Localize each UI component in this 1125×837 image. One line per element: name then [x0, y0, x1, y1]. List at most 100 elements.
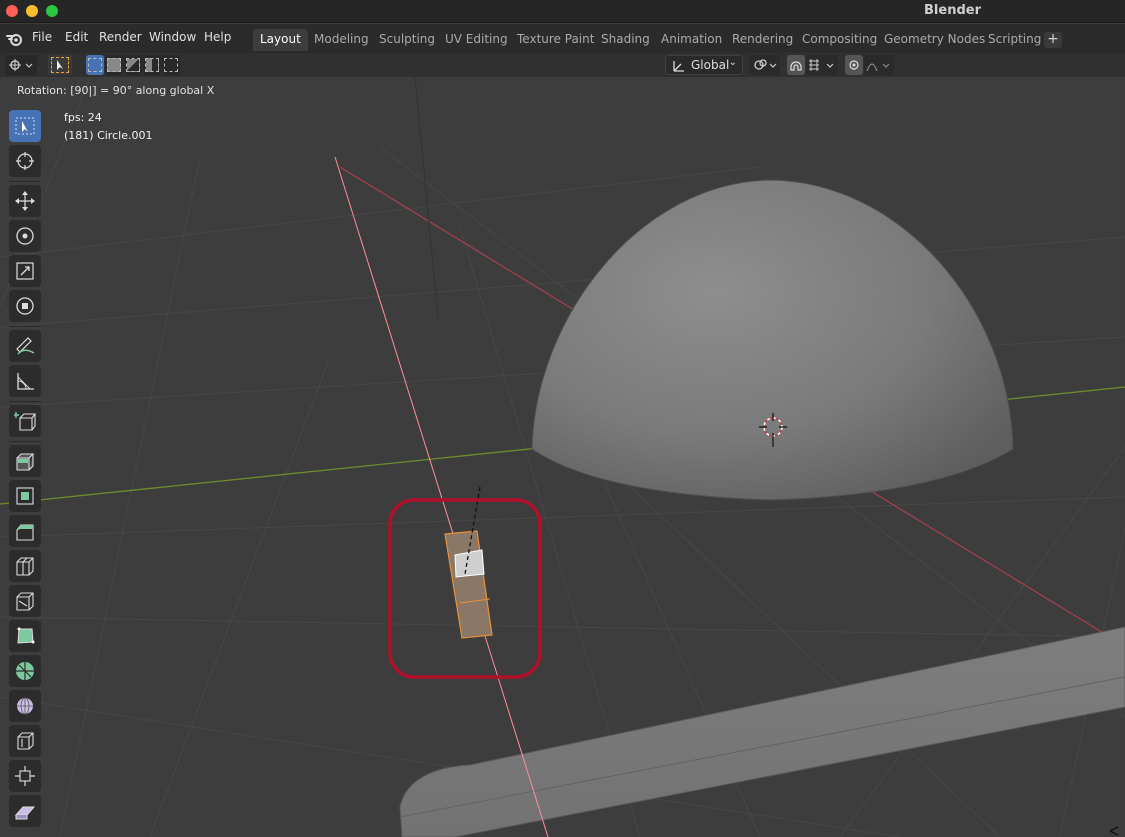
- tab-animation[interactable]: Animation: [654, 29, 729, 51]
- rotation-constraint-line: [334, 156, 549, 837]
- extrude-icon: [16, 453, 35, 471]
- transform-icon: [16, 297, 34, 315]
- shear-icon: [14, 806, 36, 820]
- tool-cursor[interactable]: [9, 145, 41, 177]
- toolbar-separator: [9, 181, 41, 182]
- selected-object-circle[interactable]: [444, 486, 493, 639]
- tool-inset-faces[interactable]: [9, 480, 41, 512]
- tab-compositing[interactable]: Compositing: [795, 29, 884, 51]
- mode-extend-button[interactable]: [105, 55, 123, 75]
- tab-sculpting[interactable]: Sculpting: [372, 29, 442, 51]
- snap-increment-icon: [809, 59, 834, 71]
- tool-scale[interactable]: [9, 255, 41, 287]
- tool-bevel[interactable]: [9, 515, 41, 547]
- orientation-axes-icon: [673, 61, 684, 72]
- mode-set-new-button[interactable]: [86, 55, 104, 75]
- tool-shrink-fatten[interactable]: [9, 760, 41, 792]
- tab-uv-editing[interactable]: UV Editing: [438, 29, 515, 51]
- tool-extrude-region[interactable]: [9, 445, 41, 477]
- orientation-label: Global: [691, 58, 730, 72]
- tab-texture-paint[interactable]: Texture Paint: [510, 29, 601, 51]
- active-object-info: (181) Circle.001: [64, 129, 153, 142]
- tool-annotate[interactable]: [9, 330, 41, 362]
- menu-file[interactable]: File: [32, 30, 52, 44]
- subtract-icon: [126, 58, 140, 72]
- fps-readout: fps: 24: [64, 111, 102, 124]
- viewport-header: Global ⌄: [0, 53, 1125, 77]
- proportional-edit-icon: [849, 60, 859, 70]
- menu-help[interactable]: Help: [204, 30, 231, 44]
- tool-select-box[interactable]: [9, 110, 41, 142]
- measure-ruler-icon: [17, 373, 34, 390]
- dome-object[interactable]: [531, 179, 1014, 501]
- smooth-sphere-icon: [17, 697, 33, 715]
- proportional-edit-toggle[interactable]: [845, 55, 863, 75]
- editor-type-dropdown[interactable]: [5, 55, 37, 75]
- 3d-viewport[interactable]: Rotation: [90|] = 90° along global X fps…: [0, 77, 1125, 837]
- toolbar-separator: [9, 326, 41, 327]
- blender-logo-icon[interactable]: [6, 30, 24, 48]
- tool-loop-cut[interactable]: [9, 550, 41, 582]
- mode-intersect-button[interactable]: [162, 55, 180, 75]
- edge-slide-icon: [17, 732, 34, 750]
- bar-object[interactable]: [399, 626, 1125, 837]
- invert-icon: [145, 58, 159, 72]
- tool-measure[interactable]: [9, 365, 41, 397]
- top-bar: File Edit Render Window Help Layout Mode…: [0, 24, 1125, 53]
- tab-rendering[interactable]: Rendering: [725, 29, 800, 51]
- snap-target-dropdown[interactable]: [806, 55, 838, 75]
- set-new-icon: [88, 58, 102, 72]
- chevron-down-icon: ⌄: [728, 57, 737, 68]
- tab-modeling[interactable]: Modeling: [307, 29, 376, 51]
- tool-edge-slide[interactable]: [9, 725, 41, 757]
- extend-icon: [107, 58, 121, 72]
- inset-faces-icon: [16, 487, 34, 505]
- menu-render[interactable]: Render: [99, 30, 142, 44]
- tab-layout[interactable]: Layout: [253, 29, 308, 51]
- tab-shading[interactable]: Shading: [594, 29, 657, 51]
- tool-select-dropdown[interactable]: [48, 55, 72, 75]
- falloff-curve-icon: [866, 63, 890, 72]
- navigation-arrow-icon[interactable]: [1109, 826, 1119, 836]
- rotate-icon: [16, 227, 34, 245]
- mode-invert-button[interactable]: [143, 55, 161, 75]
- proportional-falloff-dropdown[interactable]: [864, 55, 894, 75]
- pivot-point-icon: [754, 59, 777, 70]
- menu-edit[interactable]: Edit: [65, 30, 88, 44]
- minimize-window-button[interactable]: [26, 5, 38, 17]
- tool-spin[interactable]: [9, 655, 41, 687]
- spin-icon: [16, 662, 34, 680]
- loop-cut-icon: [16, 557, 34, 576]
- zoom-window-button[interactable]: [46, 5, 58, 17]
- poly-build-icon: [17, 627, 35, 644]
- knife-icon: [16, 592, 34, 611]
- title-bar: Blender: [0, 0, 1125, 23]
- snap-toggle[interactable]: [787, 55, 805, 75]
- tab-scripting[interactable]: Scripting: [981, 29, 1048, 51]
- magnet-icon: [790, 61, 802, 71]
- tool-poly-build[interactable]: [9, 620, 41, 652]
- tool-transform[interactable]: [9, 290, 41, 322]
- tool-shear[interactable]: [9, 795, 41, 827]
- tool-move[interactable]: [9, 185, 41, 217]
- tool-rotate[interactable]: [9, 220, 41, 252]
- pivot-point-dropdown[interactable]: [750, 55, 780, 75]
- transform-orientation-dropdown[interactable]: Global ⌄: [665, 55, 743, 75]
- toolbar-separator: [9, 401, 41, 402]
- scale-icon: [16, 262, 34, 280]
- tool-add-cube[interactable]: [9, 405, 41, 437]
- annotate-pencil-icon: [16, 337, 35, 355]
- mode-subtract-button[interactable]: [124, 55, 142, 75]
- menu-window[interactable]: Window: [149, 30, 196, 44]
- move-icon: [15, 191, 35, 211]
- editor-type-icon: [9, 59, 33, 71]
- pointer-icon: [57, 60, 63, 70]
- close-window-button[interactable]: [6, 5, 18, 17]
- add-workspace-button[interactable]: +: [1044, 32, 1062, 48]
- operator-status-text: Rotation: [90|] = 90° along global X: [17, 84, 215, 97]
- cursor-icon: [16, 152, 34, 170]
- tool-knife[interactable]: [9, 585, 41, 617]
- tab-geometry-nodes[interactable]: Geometry Nodes: [877, 29, 992, 51]
- tool-smooth[interactable]: [9, 690, 41, 722]
- viewport-scene[interactable]: [0, 77, 1125, 837]
